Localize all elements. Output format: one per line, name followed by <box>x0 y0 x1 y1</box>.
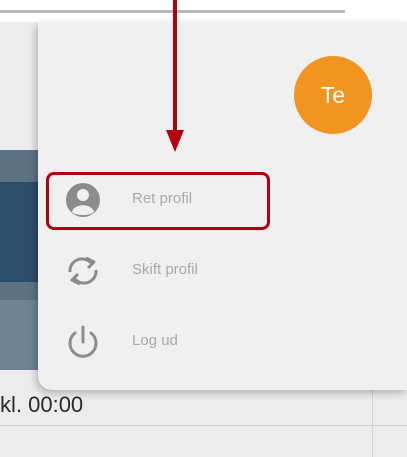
switch-profile-menu-item[interactable]: Skift profil <box>46 243 270 299</box>
background-time-text: kl. 00:00 <box>0 392 84 417</box>
power-icon <box>64 324 102 360</box>
avatar-initials: Te <box>320 81 346 108</box>
annotation-arrow-icon <box>166 0 184 152</box>
switch-arrows-icon <box>64 253 102 289</box>
highlight-box <box>46 172 270 230</box>
switch-profile-label: Skift profil <box>132 261 198 278</box>
logout-menu-item[interactable]: Log ud <box>46 314 270 370</box>
background-column-divider <box>372 385 373 457</box>
background-row-divider <box>0 425 407 426</box>
avatar[interactable]: Te <box>294 56 372 134</box>
logout-label: Log ud <box>132 332 178 349</box>
